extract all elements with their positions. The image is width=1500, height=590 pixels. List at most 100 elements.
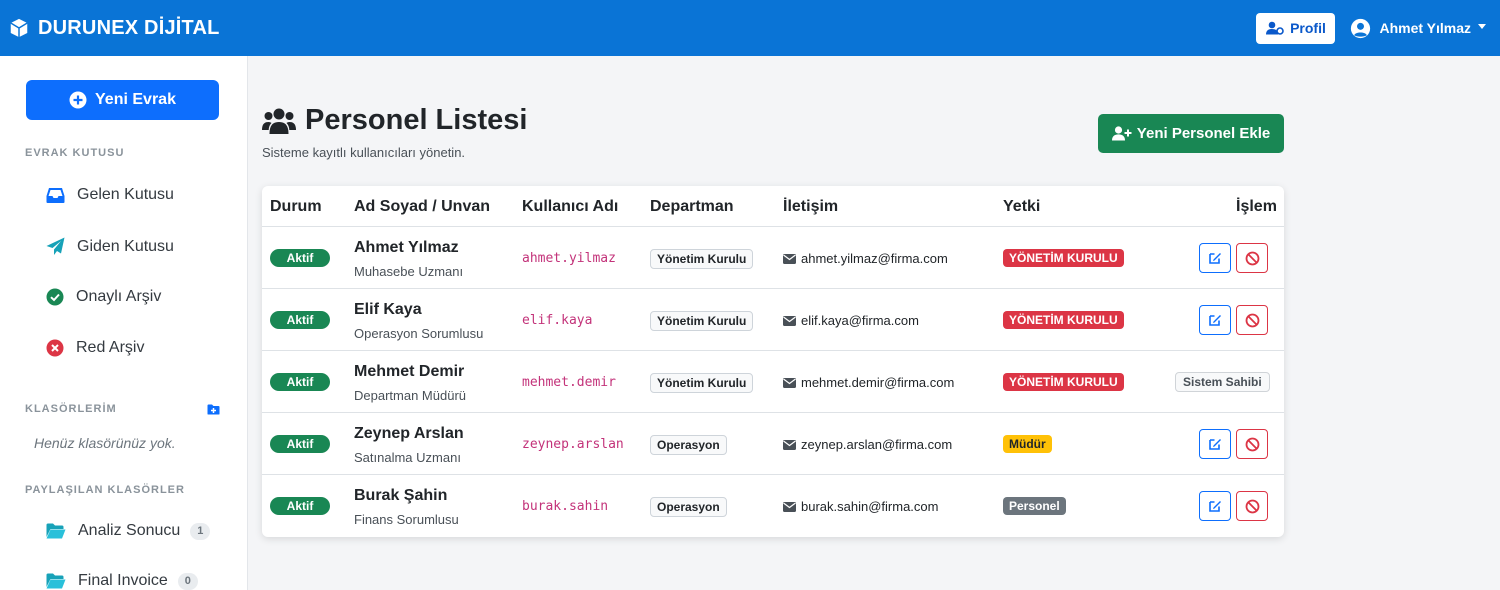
role-badge: YÖNETİM KURULU — [1003, 249, 1124, 267]
department-badge: Yönetim Kurulu — [650, 311, 754, 331]
edit-icon — [1209, 501, 1221, 512]
envelope-icon — [783, 377, 796, 388]
edit-icon — [1209, 315, 1221, 326]
sidebar-item-inbox[interactable]: Gelen Kutusu — [46, 186, 174, 204]
username: elif.kaya — [522, 313, 593, 328]
shared-folder-label: Analiz Sonucu — [78, 522, 181, 539]
person-name: Elif Kaya — [354, 301, 422, 318]
person-name: Burak Şahin — [354, 487, 448, 504]
envelope-icon — [783, 253, 796, 264]
top-navbar: DURUNEX DİJİTAL Profil Ahmet Yılmaz — [0, 0, 1500, 56]
folders-section-title: KLASÖRLERİM — [25, 403, 117, 415]
edit-button[interactable] — [1199, 305, 1231, 335]
username: burak.sahin — [522, 499, 609, 514]
page-title: Personel Listesi — [262, 104, 527, 137]
person-title: Departman Müdürü — [354, 388, 466, 403]
role-badge: YÖNETİM KURULU — [1003, 311, 1124, 329]
deactivate-button[interactable] — [1236, 491, 1268, 521]
deactivate-button[interactable] — [1236, 429, 1268, 459]
table-row: Aktif Elif Kaya Operasyon Sorumlusu elif… — [262, 289, 1284, 351]
column-header: Yetki — [1003, 198, 1041, 215]
person-title: Operasyon Sorumlusu — [354, 326, 484, 341]
person-title: Satınalma Uzmanı — [354, 450, 461, 465]
username: zeynep.arslan — [522, 437, 624, 452]
folder-open-icon — [46, 523, 66, 539]
edit-button[interactable] — [1199, 429, 1231, 459]
table-row: Aktif Burak Şahin Finans Sorumlusu burak… — [262, 475, 1284, 537]
page-title-text: Personel Listesi — [305, 104, 528, 136]
ban-icon — [1245, 437, 1259, 451]
role-badge: YÖNETİM KURULU — [1003, 373, 1124, 391]
brand[interactable]: DURUNEX DİJİTAL — [8, 17, 220, 40]
personnel-table: Durum Ad Soyad / Unvan Kullanıcı Adı Dep… — [262, 186, 1284, 537]
department-badge: Yönetim Kurulu — [650, 249, 754, 269]
cube-icon — [10, 18, 28, 38]
contact-email[interactable]: mehmet.demir@firma.com — [783, 375, 954, 390]
email-text: elif.kaya@firma.com — [801, 313, 919, 328]
folder-plus-icon[interactable] — [207, 404, 220, 415]
sidebar-item-rejected-archive[interactable]: Red Arşiv — [46, 339, 144, 357]
edit-button[interactable] — [1199, 491, 1231, 521]
sidebar-item-outbox[interactable]: Giden Kutusu — [46, 237, 174, 256]
shared-folder-item[interactable]: Analiz Sonucu 1 — [46, 522, 211, 540]
plus-circle-icon — [69, 91, 87, 109]
edit-button[interactable] — [1199, 243, 1231, 273]
username: ahmet.yilmaz — [522, 251, 616, 266]
user-gear-icon — [1266, 21, 1284, 35]
profile-button[interactable]: Profil — [1256, 12, 1336, 44]
status-badge: Aktif — [270, 497, 330, 515]
email-text: zeynep.arslan@firma.com — [801, 437, 953, 452]
person-title: Muhasebe Uzmanı — [354, 264, 464, 279]
department-badge: Operasyon — [650, 497, 727, 517]
contact-email[interactable]: zeynep.arslan@firma.com — [783, 437, 952, 452]
user-plus-icon — [1111, 126, 1132, 141]
role-badge: Personel — [1003, 497, 1066, 515]
add-personnel-button[interactable]: Yeni Personel Ekle — [1098, 114, 1284, 153]
department-badge: Operasyon — [650, 435, 727, 455]
sidebar-item-label: Onaylı Arşiv — [76, 288, 162, 305]
users-icon — [262, 108, 296, 134]
edit-icon — [1209, 439, 1221, 450]
profile-label: Profil — [1290, 20, 1326, 36]
person-name: Zeynep Arslan — [354, 425, 464, 442]
department-badge: Yönetim Kurulu — [650, 373, 754, 393]
user-menu-dropdown[interactable]: Ahmet Yılmaz — [1350, 18, 1486, 39]
check-circle-icon — [46, 288, 64, 306]
shared-folder-item[interactable]: Final Invoice 0 — [46, 572, 198, 590]
email-text: burak.sahin@firma.com — [801, 499, 939, 514]
contact-email[interactable]: burak.sahin@firma.com — [783, 499, 938, 514]
sidebar-item-label: Gelen Kutusu — [77, 186, 174, 203]
page-subtitle: Sisteme kayıtlı kullanıcıları yönetin. — [262, 145, 466, 160]
x-circle-icon — [46, 339, 64, 357]
column-header: İşlem — [1236, 198, 1277, 215]
status-badge: Aktif — [270, 311, 330, 329]
page-header: Personel Listesi Sisteme kayıtlı kullanı… — [262, 104, 527, 160]
email-text: mehmet.demir@firma.com — [801, 375, 955, 390]
chevron-down-icon — [1478, 24, 1486, 29]
table-row: Aktif Zeynep Arslan Satınalma Uzmanı zey… — [262, 413, 1284, 475]
deactivate-button[interactable] — [1236, 243, 1268, 273]
shared-folder-label: Final Invoice — [78, 572, 168, 589]
new-document-label: Yeni Evrak — [95, 91, 176, 108]
person-name: Ahmet Yılmaz — [354, 239, 459, 256]
user-circle-icon — [1351, 18, 1371, 38]
contact-email[interactable]: elif.kaya@firma.com — [783, 313, 919, 328]
envelope-icon — [783, 439, 796, 450]
deactivate-button[interactable] — [1236, 305, 1268, 335]
column-header: Kullanıcı Adı — [522, 198, 619, 215]
ban-icon — [1245, 313, 1259, 327]
column-header: Ad Soyad / Unvan — [354, 198, 491, 215]
table-row: Aktif Ahmet Yılmaz Muhasebe Uzmanı ahmet… — [262, 227, 1284, 289]
person-name: Mehmet Demir — [354, 363, 465, 380]
table-header: Durum Ad Soyad / Unvan Kullanıcı Adı Dep… — [262, 186, 1284, 227]
ban-icon — [1245, 251, 1259, 265]
add-personnel-label: Yeni Personel Ekle — [1136, 125, 1271, 142]
folder-open-icon — [46, 573, 66, 589]
new-document-button[interactable]: Yeni Evrak — [26, 80, 219, 120]
user-name: Ahmet Yılmaz — [1379, 20, 1471, 36]
contact-email[interactable]: ahmet.yilmaz@firma.com — [783, 251, 948, 266]
sidebar-item-approved-archive[interactable]: Onaylı Arşiv — [46, 288, 161, 306]
column-header: Durum — [270, 198, 322, 215]
column-header: Departman — [650, 198, 734, 215]
person-title: Finans Sorumlusu — [354, 512, 459, 527]
